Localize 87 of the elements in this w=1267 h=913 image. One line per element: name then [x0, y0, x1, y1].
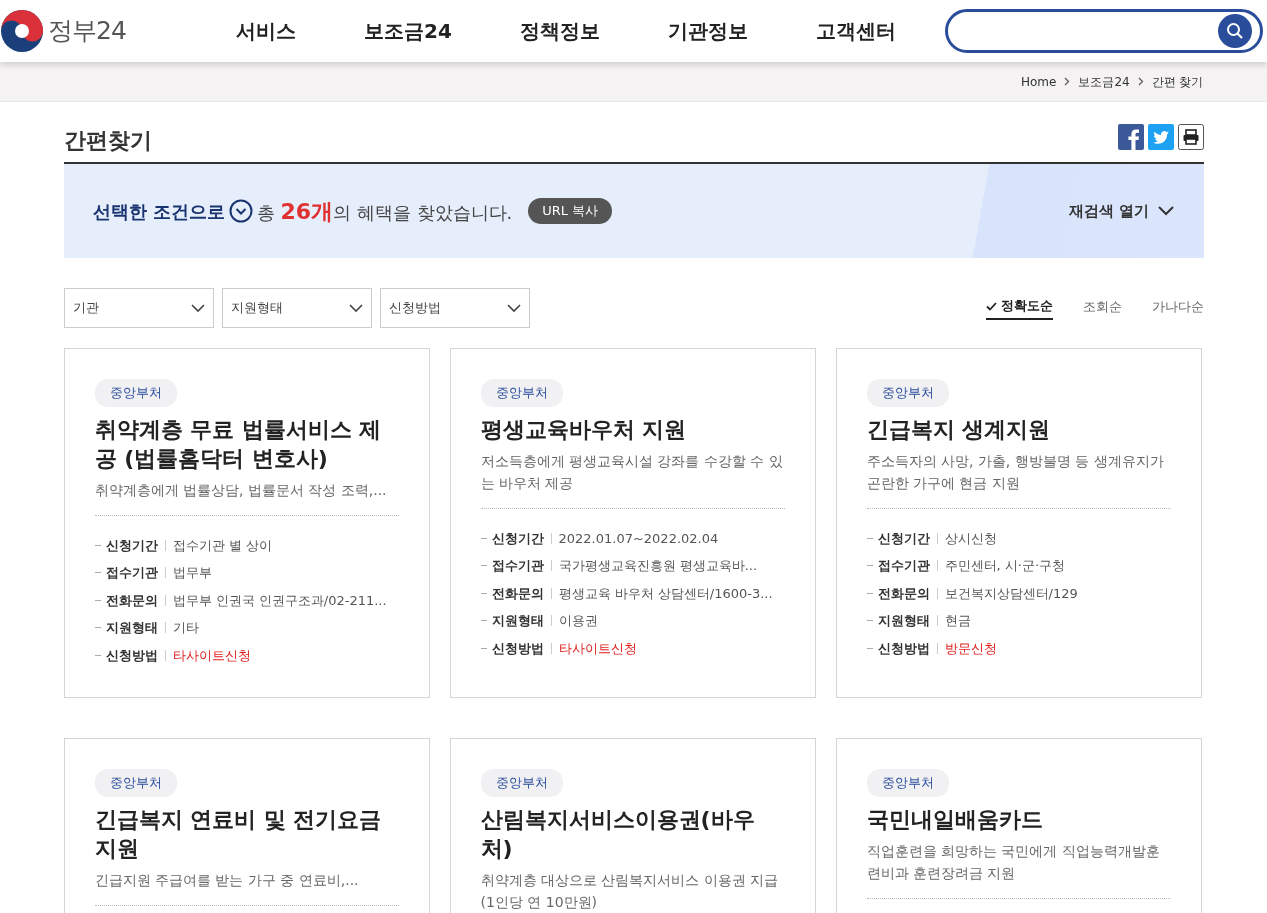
benefit-card[interactable]: 중앙부처 산림복지서비스이용권(바우처) 취약계층 대상으로 산림복지서비스 이용권 지급 (1인당 연 10만원): [449, 738, 816, 913]
card-description: 긴급지원 주급여를 받는 가구 중 연료비,...: [94, 870, 360, 890]
detail-label: 신청방법: [877, 639, 930, 658]
nav-link[interactable]: 보조금24: [364, 16, 452, 46]
detail-value: 평생교육 바우처 상담센터/1600-3...: [558, 584, 773, 603]
category-tag: 중앙부처: [480, 379, 563, 407]
check-icon: [985, 301, 997, 311]
card-description: 저소득층에게 평생교육시설 강좌를 수강할 수 있는 바우처 제공: [480, 451, 784, 493]
detail-value: 타사이트신청: [172, 646, 251, 665]
detail-value: 국가평생교육진흥원 평생교육바...: [558, 557, 758, 575]
benefit-card[interactable]: 중앙부처 평생교육바우처 지원 저소득층에게 평생교육시설 강좌를 수강할 수 있는 바우처 제공 신청기간 2022.01.07~2022.02.04 접수기관 국가평생교육진흥원 평생교육바... 전화문의 평생교육 바우처 상담센터/1600-3... 지원형태 이용권 신청방법 타사이트신청: [449, 348, 816, 698]
chevron-down-icon: [348, 303, 363, 313]
card-title[interactable]: 평생교육바우처 지원: [480, 414, 785, 444]
search-button[interactable]: [1218, 14, 1252, 48]
detail-label: 접수기관: [491, 557, 544, 575]
detail-value: 보건복지상담센터/129: [944, 584, 1078, 603]
card-description: 취약계층에게 법률상담, 법률문서 작성 조력,...: [94, 480, 388, 500]
breadcrumb-link[interactable]: Home: [1020, 72, 1057, 91]
chevron-down-icon: [506, 303, 521, 313]
detail-label: 접수기관: [877, 557, 930, 575]
result-count-text: 총 26개의 혜택을 찾았습니다.: [256, 197, 513, 226]
detail-value: 법무부: [172, 564, 212, 582]
detail-label: 신청방법: [491, 639, 544, 658]
filter-dropdown[interactable]: 기관: [63, 288, 214, 328]
category-tag: 중앙부처: [480, 769, 563, 797]
card-description: 직업훈련을 희망하는 국민에게 직업능력개발훈련비과 훈련장려금 지원: [866, 841, 1161, 883]
nav-link[interactable]: 서비스: [236, 16, 296, 46]
category-tag: 중앙부처: [94, 769, 177, 797]
detail-value: 기타: [172, 619, 199, 637]
sort-option[interactable]: 조회순: [1082, 296, 1122, 320]
breadcrumb-link[interactable]: 간편 찾기: [1151, 72, 1204, 91]
card-title[interactable]: 국민내일배움카드: [866, 804, 1171, 834]
benefit-card[interactable]: 중앙부처 긴급복지 생계지원 주소득자의 사망, 가출, 행방불명 등 생계유지가 곤란한 가구에 현금 지원 신청기간 상시신청 접수기관 주민센터, 시·군·구청 전화문의 보건복지상담센터/129 지원형태 현금 신청방법 방문신청: [835, 348, 1202, 698]
page-title: 간편찾기: [63, 127, 152, 154]
category-tag: 중앙부처: [94, 379, 177, 407]
card-description: 취약계층 대상으로 산림복지서비스 이용권 지급 (1인당 연 10만원): [480, 870, 780, 912]
chevron-down-icon: [190, 303, 205, 313]
facebook-icon[interactable]: [1117, 124, 1144, 150]
detail-label: 지원형태: [877, 612, 930, 630]
logo-text[interactable]: 정부24: [48, 12, 126, 50]
detail-label: 신청기간: [877, 529, 930, 548]
card-title[interactable]: 취약계층 무료 법률서비스 제공 (법률홈닥터 변호사): [94, 414, 399, 473]
search-field[interactable]: [945, 9, 1263, 53]
detail-label: 전화문의: [877, 584, 930, 603]
detail-label: 지원형태: [105, 619, 158, 637]
detail-label: 전화문의: [491, 584, 544, 603]
chevron-circle-icon[interactable]: [228, 199, 253, 223]
detail-value: 2022.01.07~2022.02.04: [558, 529, 719, 548]
nav-link[interactable]: 정책정보: [519, 16, 600, 46]
category-tag: 중앙부처: [866, 769, 949, 797]
detail-label: 지원형태: [491, 612, 544, 630]
nav-link[interactable]: 고객센터: [815, 16, 896, 46]
card-description: 주소득자의 사망, 가출, 행방불명 등 생계유지가 곤란한 가구에 현금 지원: [866, 451, 1165, 493]
benefit-card[interactable]: 중앙부처 국민내일배움카드 직업훈련을 희망하는 국민에게 직업능력개발훈련비과 훈련장려금 지원: [835, 738, 1202, 913]
filter-dropdown[interactable]: 지원형태: [221, 288, 372, 328]
detail-label: 신청방법: [105, 646, 158, 665]
detail-label: 접수기관: [105, 564, 158, 582]
category-tag: 중앙부처: [866, 379, 949, 407]
detail-label: 신청기간: [491, 529, 544, 548]
card-title[interactable]: 산림복지서비스이용권(바우처): [480, 804, 785, 863]
card-title[interactable]: 긴급복지 생계지원: [866, 414, 1171, 444]
breadcrumb-link[interactable]: 보조금24: [1078, 72, 1130, 91]
detail-value: 접수기관 별 상이: [172, 536, 272, 555]
detail-value: 방문신청: [944, 639, 997, 658]
sort-option[interactable]: 정확도순: [985, 296, 1053, 320]
copy-url-button[interactable]: URL 복사: [528, 198, 613, 224]
detail-value: 이용권: [558, 612, 598, 630]
detail-value: 타사이트신청: [558, 639, 637, 658]
benefit-card[interactable]: 중앙부처 취약계층 무료 법률서비스 제공 (법률홈닥터 변호사) 취약계층에게 법률상담, 법률문서 작성 조력,... 신청기간 접수기관 별 상이 접수기관 법무부 전화문의 법무부 인권국 인권구조과/02-211... 지원형태 기타 신청방법 타사이트신청: [63, 348, 430, 698]
nav-link[interactable]: 기관정보: [667, 16, 748, 46]
card-title[interactable]: 긴급복지 연료비 및 전기요금 지원: [94, 804, 399, 863]
print-icon[interactable]: [1177, 124, 1204, 150]
filter-dropdown[interactable]: 신청방법: [379, 288, 530, 328]
chevron-right-icon: [1137, 77, 1144, 86]
detail-value: 법무부 인권국 인권구조과/02-211...: [172, 591, 387, 610]
search-icon: [1226, 22, 1244, 40]
condition-label: 선택한 조건으로: [92, 199, 225, 224]
sort-option[interactable]: 가나다순: [1151, 296, 1204, 320]
reopen-search-button[interactable]: 재검색 열기: [1063, 198, 1180, 224]
chevron-right-icon: [1064, 77, 1071, 86]
detail-label: 신청기간: [105, 536, 158, 555]
detail-value: 주민센터, 시·군·구청: [944, 557, 1066, 575]
detail-value: 현금: [944, 612, 971, 630]
chevron-down-icon: [1157, 206, 1174, 216]
detail-label: 전화문의: [105, 591, 158, 610]
detail-value: 상시신청: [944, 529, 997, 548]
benefit-card[interactable]: 중앙부처 긴급복지 연료비 및 전기요금 지원 긴급지원 주급여를 받는 가구 중 연료비,...: [63, 738, 430, 913]
